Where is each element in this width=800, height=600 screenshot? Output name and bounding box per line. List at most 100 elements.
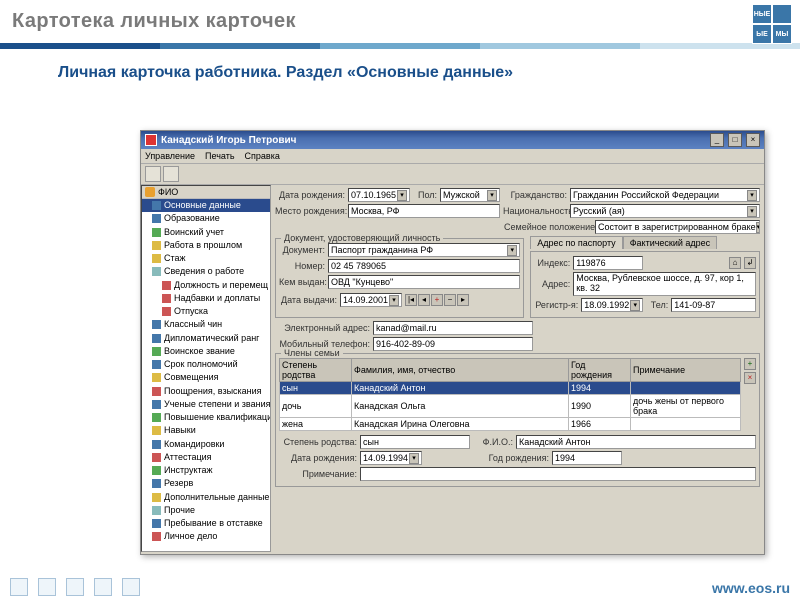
close-button[interactable]: × <box>746 133 760 147</box>
tree-item-label: Навыки <box>164 425 196 436</box>
tree-item-label: Воинский учет <box>164 227 224 238</box>
slide-title: Картотека личных карточек <box>0 0 800 43</box>
menu-manage[interactable]: Управление <box>145 151 195 161</box>
print-icon[interactable] <box>163 166 179 182</box>
label-email: Электронный адрес: <box>275 323 370 333</box>
tree-item-icon <box>152 493 161 502</box>
chevron-down-icon: ▾ <box>756 222 760 233</box>
tree-item[interactable]: Совмещения <box>142 371 270 384</box>
tree-item[interactable]: Работа в прошлом <box>142 239 270 252</box>
tree-item-label: Командировки <box>164 439 224 450</box>
tree-item[interactable]: Резерв <box>142 477 270 490</box>
tree-item[interactable]: Дипломатический ранг <box>142 332 270 345</box>
tree-item[interactable]: Классный чин <box>142 318 270 331</box>
field-det-year[interactable]: 1994 <box>552 451 622 465</box>
tree-item[interactable]: Основные данные <box>142 199 270 212</box>
tree-item-icon <box>152 532 161 541</box>
menu-print[interactable]: Печать <box>205 151 234 161</box>
family-table[interactable]: Степень родства Фамилия, имя, отчество Г… <box>279 358 741 431</box>
tree-item-icon <box>152 387 161 396</box>
field-det-dob[interactable]: 14.09.1994▾ <box>360 451 422 465</box>
tree-item[interactable]: Пребывание в отставке <box>142 517 270 530</box>
field-number[interactable]: 02 45 789065 <box>328 259 520 273</box>
field-email[interactable]: kanad@mail.ru <box>373 321 533 335</box>
tree-item[interactable]: Личное дело <box>142 530 270 543</box>
table-row[interactable]: женаКанадская Ирина Олеговна1966 <box>280 418 741 431</box>
prev-button[interactable]: ◂ <box>418 294 430 306</box>
field-mobile[interactable]: 916-402-89-09 <box>373 337 533 351</box>
field-det-relation[interactable]: сын <box>360 435 470 449</box>
field-regdate[interactable]: 18.09.1992▾ <box>581 298 643 312</box>
field-issuedby[interactable]: ОВД "Кунцево" <box>328 275 520 289</box>
tree-item-label: Сведения о работе <box>164 266 244 277</box>
label-birthplace: Место рождения: <box>275 206 345 216</box>
field-sex[interactable]: Мужской▾ <box>440 188 500 202</box>
tree-item[interactable]: Сведения о работе <box>142 265 270 278</box>
chevron-down-icon: ▾ <box>507 245 517 256</box>
col-relation: Степень родства <box>280 359 352 382</box>
tree-item[interactable]: Образование <box>142 212 270 225</box>
tab-actual-address[interactable]: Фактический адрес <box>623 236 718 249</box>
first-button[interactable]: |◂ <box>405 294 417 306</box>
tree-item-icon <box>152 506 161 515</box>
tree-item[interactable]: Ученые степени и звания <box>142 398 270 411</box>
tree-item[interactable]: Воинский учет <box>142 226 270 239</box>
chevron-down-icon: ▾ <box>487 190 497 201</box>
add-button[interactable]: + <box>431 294 443 306</box>
person-icon <box>145 187 155 197</box>
family-delete-button[interactable]: × <box>744 372 756 384</box>
tree-item[interactable]: Стаж <box>142 252 270 265</box>
field-birthplace[interactable]: Москва, РФ <box>348 204 500 218</box>
field-marital[interactable]: Состоит в зарегистрированном браке▾ <box>595 220 760 234</box>
next-button[interactable]: ▸ <box>457 294 469 306</box>
tree-item[interactable]: Аттестация <box>142 451 270 464</box>
delete-button[interactable]: − <box>444 294 456 306</box>
addr-copy-icon[interactable]: ↲ <box>744 257 756 269</box>
field-document[interactable]: Паспорт гражданина РФ▾ <box>328 243 520 257</box>
tree-item[interactable]: Срок полномочий <box>142 358 270 371</box>
label-det-dob: Дата рождения: <box>279 453 357 463</box>
tree-item[interactable]: Воинское звание <box>142 345 270 358</box>
addr-lookup-icon[interactable]: ⌂ <box>729 257 741 269</box>
tree-root[interactable]: ФИО <box>142 186 270 199</box>
window-titlebar: Канадский Игорь Петрович _ □ × <box>141 131 764 149</box>
tree-item-label: Основные данные <box>164 200 241 211</box>
field-issuedate[interactable]: 14.09.2001▾ <box>340 293 402 307</box>
tree-item[interactable]: Повышение квалификации <box>142 411 270 424</box>
family-add-button[interactable]: + <box>744 358 756 370</box>
maximize-button[interactable]: □ <box>728 133 742 147</box>
field-dob[interactable]: 07.10.1965▾ <box>348 188 410 202</box>
tree-item-label: Классный чин <box>164 319 222 330</box>
field-nationality[interactable]: Русский (ая)▾ <box>570 204 760 218</box>
tree-item-label: Совмещения <box>164 372 219 383</box>
tree-item[interactable]: Инструктаж <box>142 464 270 477</box>
label-index: Индекс: <box>534 258 570 268</box>
tree-item[interactable]: Прочие <box>142 504 270 517</box>
table-row[interactable]: сынКанадский Антон1994 <box>280 382 741 395</box>
save-icon[interactable] <box>145 166 161 182</box>
field-det-fio[interactable]: Канадский Антон <box>516 435 756 449</box>
tree-item-icon <box>152 373 161 382</box>
tree-item[interactable]: Поощрения, взыскания <box>142 385 270 398</box>
tree-item-icon <box>152 267 161 276</box>
tree-item-label: Работа в прошлом <box>164 240 242 251</box>
field-address[interactable]: Москва, Рублевское шоссе, д. 97, кор 1, … <box>573 272 756 296</box>
field-det-note[interactable] <box>360 467 756 481</box>
window-title: Канадский Игорь Петрович <box>161 135 706 146</box>
tree-item[interactable]: Дополнительные данные <box>142 491 270 504</box>
label-number: Номер: <box>279 261 325 271</box>
tree-item[interactable]: Отпуска <box>142 305 270 318</box>
field-index[interactable]: 119876 <box>573 256 643 270</box>
field-tel[interactable]: 141-09-87 <box>671 298 756 312</box>
tree-item[interactable]: Навыки <box>142 424 270 437</box>
field-citizenship[interactable]: Гражданин Российской Федерации▾ <box>570 188 760 202</box>
minimize-button[interactable]: _ <box>710 133 724 147</box>
tree-item[interactable]: Надбавки и доплаты <box>142 292 270 305</box>
menu-help[interactable]: Справка <box>245 151 280 161</box>
table-row[interactable]: дочьКанадская Ольга1990дочь жены от перв… <box>280 395 741 418</box>
label-citizenship: Гражданство: <box>503 190 567 200</box>
tree-item[interactable]: Командировки <box>142 438 270 451</box>
tab-passport-address[interactable]: Адрес по паспорту <box>530 236 622 249</box>
label-marital: Семейное положение: <box>504 222 592 232</box>
tree-item[interactable]: Должность и перемещ <box>142 279 270 292</box>
